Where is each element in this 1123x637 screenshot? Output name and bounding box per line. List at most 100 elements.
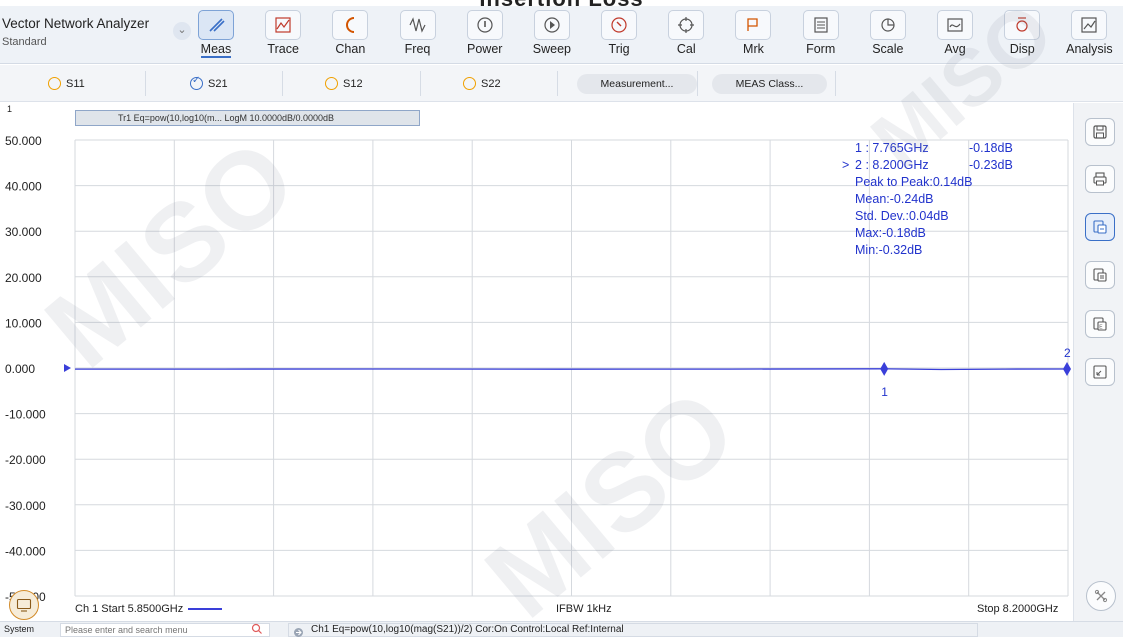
tab-s12[interactable]: S12 [325, 65, 363, 102]
marker-value: -0.18dB [969, 141, 1013, 155]
toolbar-label: Trig [608, 42, 630, 56]
toolbar-power-button[interactable]: Power [451, 6, 518, 63]
y-tick-label: -40.000 [5, 544, 46, 558]
toolbar-chan-button[interactable]: Chan [317, 6, 384, 63]
toolbar-label: Form [806, 42, 836, 56]
radio-icon[interactable] [463, 77, 476, 90]
disp-icon [1004, 10, 1041, 40]
toolbar-analysis-button[interactable]: Analysis [1056, 6, 1123, 63]
save-icon[interactable] [1085, 118, 1115, 146]
toolbar-mrk-button[interactable]: Mrk [720, 6, 787, 63]
tab-s11[interactable]: S11 [48, 65, 85, 102]
marker-id: 2 [855, 158, 862, 172]
export-icon[interactable]: E [1085, 310, 1115, 338]
toolbar-sweep-button[interactable]: Sweep [518, 6, 585, 63]
divider [420, 71, 421, 96]
marker-id-freq: 2 : 8.200GHz [855, 157, 929, 174]
y-tick-label: 0.000 [5, 362, 35, 376]
stat-min: Min:-0.32dB [855, 243, 923, 257]
tab-s22[interactable]: S22 [463, 65, 501, 102]
check-icon[interactable] [190, 75, 203, 90]
toolbar-meas-button[interactable]: Meas [182, 6, 249, 63]
toolbar-label: Scale [872, 42, 904, 56]
divider [557, 71, 558, 96]
marker-1-symbol [880, 361, 889, 376]
form-icon [802, 10, 839, 40]
toolbar-label: Cal [676, 42, 696, 56]
marker-value: -0.23dB [969, 158, 1013, 172]
app-title-block[interactable]: Vector Network Analyzer Standard ⌄ [0, 6, 191, 63]
marker-stats: Peak to Peak:0.14dB Mean:-0.24dB Std. De… [838, 174, 972, 259]
search-icon[interactable] [251, 622, 263, 637]
marker-2-label: 2 [1064, 346, 1071, 360]
minimize-window-icon[interactable] [1085, 358, 1115, 386]
toolbar-cal-button[interactable]: Cal [653, 6, 720, 63]
chan-icon [332, 10, 369, 40]
y-tick-label: 50.000 [5, 134, 42, 148]
scale-icon [869, 10, 906, 40]
mrk-icon [735, 10, 772, 40]
save-state-icon[interactable] [1085, 213, 1115, 241]
divider [835, 71, 836, 96]
start-frequency: Ch 1 Start 5.8500GHz [75, 603, 223, 615]
tab-s21[interactable]: S21 [190, 65, 228, 102]
marker-prefix: > [842, 158, 850, 172]
toolbar-disp-button[interactable]: Disp [989, 6, 1056, 63]
marker-id-freq: 1 : 7.765GHz [855, 140, 929, 157]
app-subtitle: Standard [2, 36, 47, 48]
toolbar-label: Disp [1009, 42, 1035, 56]
chevron-down-icon[interactable]: ⌄ [173, 22, 191, 40]
tab-s11-label: S11 [66, 77, 85, 90]
stat-mean: Mean:-0.24dB [855, 192, 934, 206]
stat-peak-to-peak: Peak to Peak:0.14dB [855, 175, 973, 189]
toolbar-scale-button[interactable]: Scale [854, 6, 921, 63]
trace-legend-line [188, 608, 223, 611]
freq-icon [399, 10, 436, 40]
radio-icon[interactable] [48, 77, 61, 90]
toolbar-label: Avg [944, 42, 966, 56]
sweep-icon [533, 10, 570, 40]
app-title: Vector Network Analyzer [2, 16, 150, 31]
marker-freq: : 8.200GHz [865, 158, 929, 172]
print-icon[interactable] [1085, 165, 1115, 193]
marker-row-2: > 2 : 8.200GHz -0.23dB [838, 157, 1013, 174]
recall-state-icon[interactable] [1085, 261, 1115, 289]
toolbar-form-button[interactable]: Form [787, 6, 854, 63]
radio-icon[interactable] [325, 77, 338, 90]
system-button[interactable] [9, 590, 39, 620]
menu-search-input[interactable] [60, 623, 270, 637]
measurement-tab-row: S11 S21 S12 S22 Measurement... MEAS Clas… [0, 65, 1123, 102]
y-tick-label: -30.000 [5, 499, 46, 513]
marker-readout: 1 : 7.765GHz -0.18dB > 2 : 8.200GHz -0.2… [838, 140, 1013, 259]
toolbar-trig-button[interactable]: Trig [586, 6, 653, 63]
toolbar-label: Analysis [1066, 42, 1113, 56]
meas-class-button[interactable]: MEAS Class... [712, 74, 827, 94]
y-tick-label: -20.000 [5, 453, 46, 467]
marker-2-symbol [1063, 362, 1071, 377]
toolbar-avg-button[interactable]: Avg [921, 6, 988, 63]
meas-icon [197, 10, 234, 40]
y-tick-label: 30.000 [5, 225, 42, 239]
y-tick-label: 10.000 [5, 316, 42, 330]
shortcut-icon[interactable] [1086, 581, 1116, 611]
toolbar-label: Mrk [743, 42, 764, 56]
marker-row-1: 1 : 7.765GHz -0.18dB [838, 140, 1013, 157]
toolbar-freq-button[interactable]: Freq [384, 6, 451, 63]
toolbar-label: Meas [200, 42, 232, 58]
marker-1-label: 1 [881, 385, 888, 399]
tab-s21-label: S21 [208, 77, 228, 90]
window-number: 1 [7, 104, 13, 114]
measurement-button[interactable]: Measurement... [577, 74, 697, 94]
trace-icon [265, 10, 302, 40]
trace-tab[interactable]: Tr1 Eq=pow(10,log10(m... LogM 10.0000dB/… [75, 110, 420, 126]
divider [282, 71, 283, 96]
toolbar-trace-button[interactable]: Trace [250, 6, 317, 63]
marker-id: 1 [855, 141, 862, 155]
y-tick-label: -10.000 [5, 408, 46, 422]
toolbar-label: Power [467, 42, 503, 56]
toolbar-label: Freq [404, 42, 431, 56]
system-label: System [4, 624, 35, 634]
y-tick-label: 40.000 [5, 180, 42, 194]
stat-max: Max:-0.18dB [855, 226, 926, 240]
avg-icon [937, 10, 974, 40]
